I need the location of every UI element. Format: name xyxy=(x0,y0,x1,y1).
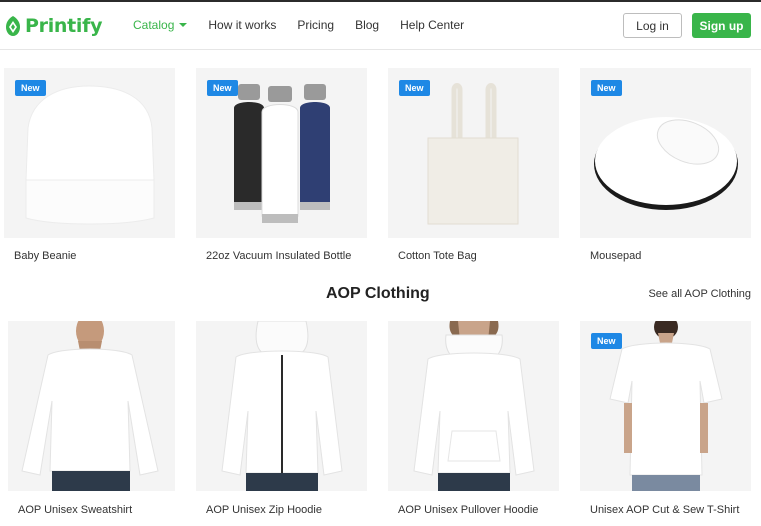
nav-blog[interactable]: Blog xyxy=(355,18,379,32)
product-card-aop-tshirt[interactable]: New Unisex AOP Cut & Sew T-Shirt xyxy=(580,321,751,526)
new-badge: New xyxy=(591,80,622,96)
signup-button[interactable]: Sign up xyxy=(692,13,751,38)
product-name: AOP Unisex Zip Hoodie xyxy=(206,504,322,516)
product-image: New xyxy=(580,321,751,491)
brand-logo[interactable]: Printify xyxy=(4,13,102,39)
product-name: 22oz Vacuum Insulated Bottle xyxy=(206,250,352,262)
pullover-hoodie-image xyxy=(413,321,535,491)
product-name: Baby Beanie xyxy=(14,250,77,262)
sweatshirt-image xyxy=(21,321,159,491)
new-badge: New xyxy=(207,80,238,96)
nav-catalog-label: Catalog xyxy=(133,18,175,32)
product-image: New xyxy=(4,68,175,238)
product-card-mousepad[interactable]: New Mousepad xyxy=(580,68,751,268)
product-image xyxy=(388,321,559,491)
brand-name: Printify xyxy=(25,15,103,37)
nav-help-center[interactable]: Help Center xyxy=(400,18,464,32)
new-badge: New xyxy=(399,80,430,96)
product-card-bottle[interactable]: New 22oz Vacuum Insulated Bottle xyxy=(196,68,367,268)
new-badge: New xyxy=(15,80,46,96)
product-card-tote-bag[interactable]: New Cotton Tote Bag xyxy=(388,68,559,268)
chevron-down-icon xyxy=(179,22,188,27)
nav-how-it-works[interactable]: How it works xyxy=(208,18,276,32)
see-all-link[interactable]: See all AOP Clothing xyxy=(648,288,751,300)
nav-pricing[interactable]: Pricing xyxy=(297,18,334,32)
product-image: New xyxy=(388,68,559,238)
product-name: AOP Unisex Pullover Hoodie xyxy=(398,504,539,516)
product-image: New xyxy=(580,68,751,238)
product-name: Mousepad xyxy=(590,250,642,262)
product-name: Unisex AOP Cut & Sew T-Shirt xyxy=(590,504,740,516)
printify-logo-icon xyxy=(6,16,20,36)
product-image xyxy=(8,321,175,491)
site-header: Printify Catalog How it works Pricing Bl… xyxy=(0,0,761,50)
zip-hoodie-image xyxy=(221,321,343,491)
product-card-aop-sweatshirt[interactable]: AOP Unisex Sweatshirt xyxy=(8,321,179,526)
product-card-baby-beanie[interactable]: New Baby Beanie xyxy=(4,68,175,268)
new-badge: New xyxy=(591,333,622,349)
product-image: New xyxy=(196,68,367,238)
product-card-aop-pullover-hoodie[interactable]: AOP Unisex Pullover Hoodie xyxy=(388,321,559,526)
product-image xyxy=(196,321,367,491)
main-nav: Catalog How it works Pricing Blog Help C… xyxy=(133,18,485,32)
product-card-aop-zip-hoodie[interactable]: AOP Unisex Zip Hoodie xyxy=(196,321,367,526)
product-name: AOP Unisex Sweatshirt xyxy=(18,504,133,516)
section-title: AOP Clothing xyxy=(326,285,430,302)
login-button[interactable]: Log in xyxy=(623,13,682,38)
nav-catalog[interactable]: Catalog xyxy=(133,18,188,32)
product-name: Cotton Tote Bag xyxy=(398,250,477,262)
